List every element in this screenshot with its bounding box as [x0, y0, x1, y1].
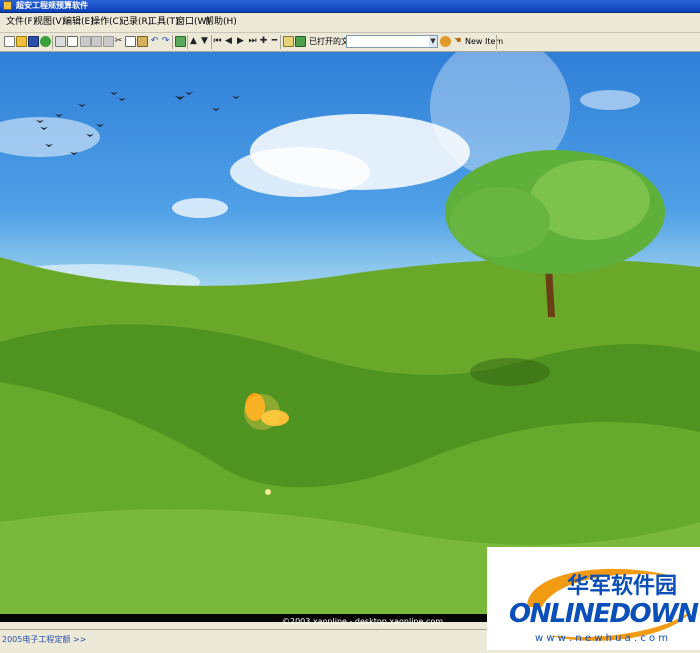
first-icon[interactable]: ⏮ — [212, 35, 223, 48]
menu-help[interactable]: 帮助(H) — [205, 13, 237, 32]
menu-view[interactable]: 视图(V) — [34, 13, 65, 32]
menu-bar: 文件(F) 视图(V) 编辑(E) 操作(C) 记录(R) 工具(T) 窗口(W… — [0, 13, 700, 33]
preview-icon[interactable] — [67, 36, 78, 47]
menu-edit[interactable]: 编辑(E) — [63, 13, 94, 32]
open-icon[interactable] — [16, 36, 27, 47]
down-icon[interactable]: ▼ — [199, 35, 210, 48]
paste2-icon[interactable] — [137, 36, 148, 47]
prev-icon[interactable]: ◀ — [223, 35, 234, 48]
chart-icon[interactable] — [295, 36, 306, 47]
wallpaper-scene — [0, 52, 700, 617]
scissors-icon[interactable]: ✂ — [113, 35, 124, 48]
menu-tools[interactable]: 工具(T) — [148, 13, 179, 32]
menu-record[interactable]: 记录(R) — [120, 13, 151, 32]
up-icon[interactable]: ▲ — [188, 35, 199, 48]
undo-icon[interactable]: ↶ — [149, 35, 160, 48]
new-item-button[interactable]: New Item — [465, 36, 503, 48]
plus-icon[interactable]: ✚ — [258, 35, 269, 48]
hand-icon[interactable]: ☚ — [452, 35, 463, 48]
svg-text:华军软件园: 华军软件园 — [567, 573, 677, 599]
chevron-down-icon[interactable]: ▼ — [429, 36, 437, 47]
app-icon — [3, 1, 12, 10]
save-icon[interactable] — [28, 36, 39, 47]
print-icon[interactable] — [55, 36, 66, 47]
refresh-icon[interactable] — [175, 36, 186, 47]
globe-icon[interactable] — [40, 36, 51, 47]
title-bar[interactable]: 超安工程规预算软件 — [0, 0, 700, 13]
copy2-icon[interactable] — [125, 36, 136, 47]
menu-operate[interactable]: 操作(C) — [91, 13, 122, 32]
toolbar: ✂ ↶ ↷ ▲ ▼ ⏮ ◀ ▶ ⏭ ✚ ━ 已打开的文件 ▼ ☚ New Ite… — [0, 33, 700, 52]
svg-text:ONLINEDOWN: ONLINEDOWN — [509, 599, 699, 629]
status-text[interactable]: 2005电子工程定额 >> — [2, 634, 86, 646]
next-icon[interactable]: ▶ — [235, 35, 246, 48]
opened-files-select[interactable]: ▼ — [346, 35, 438, 48]
redo-icon[interactable]: ↷ — [160, 35, 171, 48]
menu-file[interactable]: 文件(F) — [6, 13, 36, 32]
desktop-wallpaper — [0, 52, 700, 617]
grid-icon[interactable] — [283, 36, 294, 47]
cut-icon[interactable] — [91, 36, 102, 47]
onlinedown-logo: 华军软件园 ONLINEDOWN w w w . n e w h u a . c… — [509, 568, 699, 644]
last-icon[interactable]: ⏭ — [247, 35, 258, 48]
window-title: 超安工程规预算软件 — [16, 1, 88, 10]
svg-text:w w w . n e w h u a . c o m: w w w . n e w h u a . c o m — [535, 633, 668, 644]
new-icon[interactable] — [4, 36, 15, 47]
wallpaper-credit: ©2003 xaonline - desktop.xaonline.com — [282, 617, 444, 626]
copy-icon[interactable] — [80, 36, 91, 47]
watermark-logo: 华军软件园 ONLINEDOWN w w w . n e w h u a . c… — [487, 547, 700, 650]
minus-icon[interactable]: ━ — [269, 35, 280, 48]
rocket-icon[interactable] — [440, 36, 451, 47]
